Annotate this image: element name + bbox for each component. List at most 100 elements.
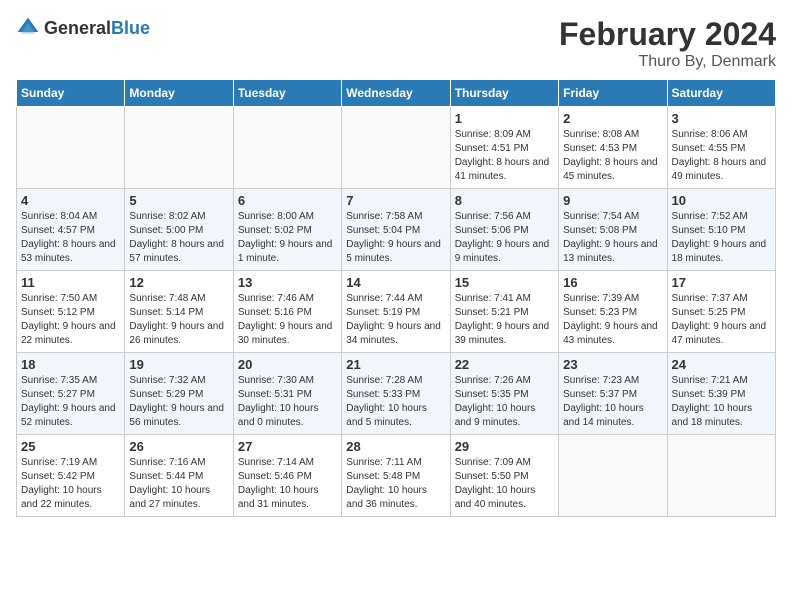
weekday-header-friday: Friday [559,80,667,107]
calendar-week-row: 18Sunrise: 7:35 AMSunset: 5:27 PMDayligh… [17,353,776,435]
logo-icon [16,16,40,40]
day-number: 7 [346,193,445,208]
calendar-cell: 23 Sunrise: 7:23 AMSunset: 5:37 PMDayligh… [559,353,667,435]
calendar-cell: 1 Sunrise: 8:09 AMSunset: 4:51 PMDaylight… [450,107,558,189]
day-info: Sunrise: 7:19 AMSunset: 5:42 PMDaylight:… [21,456,120,512]
calendar-cell: 16Sunrise: 7:39 AMSunset: 5:23 PMDayligh… [559,271,667,353]
day-info: Sunrise: 7:26 AMSunset: 5:35 PMDaylight:… [455,374,554,430]
calendar-cell [17,107,125,189]
logo-text: GeneralBlue [44,18,150,39]
calendar-cell: 24 Sunrise: 7:21 AMSunset: 5:39 PMDayligh… [667,353,775,435]
calendar-cell: 25 Sunrise: 7:19 AMSunset: 5:42 PMDayligh… [17,435,125,517]
title-area: February 2024 Thuro By, Denmark [559,16,776,71]
day-number: 23 [563,357,662,372]
calendar-cell: 9Sunrise: 7:54 AMSunset: 5:08 PMDaylight… [559,189,667,271]
day-info: Sunrise: 7:21 AMSunset: 5:39 PMDaylight:… [672,374,771,430]
day-info: Sunrise: 7:09 AMSunset: 5:50 PMDaylight:… [455,456,554,512]
day-info: Sunrise: 8:08 AMSunset: 4:53 PMDaylight:… [563,128,662,184]
day-info: Sunrise: 7:48 AMSunset: 5:14 PMDaylight:… [129,292,228,348]
page-header: GeneralBlue February 2024 Thuro By, Denm… [16,16,776,71]
weekday-header-tuesday: Tuesday [233,80,341,107]
calendar-cell: 19 Sunrise: 7:32 AMSunset: 5:29 PMDayligh… [125,353,233,435]
calendar-subtitle: Thuro By, Denmark [559,53,776,71]
day-number: 12 [129,275,228,290]
day-number: 27 [238,439,337,454]
weekday-header-monday: Monday [125,80,233,107]
day-number: 6 [238,193,337,208]
day-number: 13 [238,275,337,290]
calendar-cell: 15 Sunrise: 7:41 AMSunset: 5:21 PMDayligh… [450,271,558,353]
day-number: 1 [455,111,554,126]
day-info: Sunrise: 7:52 AMSunset: 5:10 PMDaylight:… [672,210,771,266]
day-info: Sunrise: 8:02 AMSunset: 5:00 PMDaylight:… [129,210,228,266]
day-info: Sunrise: 7:30 AMSunset: 5:31 PMDaylight:… [238,374,337,430]
day-number: 29 [455,439,554,454]
calendar-cell: 22 Sunrise: 7:26 AMSunset: 5:35 PMDayligh… [450,353,558,435]
day-info: Sunrise: 8:06 AMSunset: 4:55 PMDaylight:… [672,128,771,184]
calendar-week-row: 1 Sunrise: 8:09 AMSunset: 4:51 PMDaylight… [17,107,776,189]
day-number: 4 [21,193,120,208]
day-info: Sunrise: 7:39 AMSunset: 5:23 PMDaylight:… [563,292,662,348]
day-number: 22 [455,357,554,372]
day-info: Sunrise: 7:23 AMSunset: 5:37 PMDaylight:… [563,374,662,430]
weekday-header-row: SundayMondayTuesdayWednesdayThursdayFrid… [17,80,776,107]
weekday-header-thursday: Thursday [450,80,558,107]
logo: GeneralBlue [16,16,150,40]
calendar-cell: 13 Sunrise: 7:46 AMSunset: 5:16 PMDayligh… [233,271,341,353]
day-info: Sunrise: 7:50 AMSunset: 5:12 PMDaylight:… [21,292,120,348]
calendar-cell: 18Sunrise: 7:35 AMSunset: 5:27 PMDayligh… [17,353,125,435]
calendar-cell: 29 Sunrise: 7:09 AMSunset: 5:50 PMDayligh… [450,435,558,517]
calendar-cell [667,435,775,517]
day-number: 5 [129,193,228,208]
day-number: 28 [346,439,445,454]
weekday-header-saturday: Saturday [667,80,775,107]
calendar-cell: 6 Sunrise: 8:00 AMSunset: 5:02 PMDaylight… [233,189,341,271]
day-number: 26 [129,439,228,454]
day-number: 25 [21,439,120,454]
day-info: Sunrise: 7:54 AMSunset: 5:08 PMDaylight:… [563,210,662,266]
day-info: Sunrise: 7:14 AMSunset: 5:46 PMDaylight:… [238,456,337,512]
calendar-cell: 20 Sunrise: 7:30 AMSunset: 5:31 PMDayligh… [233,353,341,435]
day-info: Sunrise: 7:44 AMSunset: 5:19 PMDaylight:… [346,292,445,348]
day-number: 15 [455,275,554,290]
day-number: 24 [672,357,771,372]
calendar-cell [233,107,341,189]
day-number: 20 [238,357,337,372]
calendar-cell: 2 Sunrise: 8:08 AMSunset: 4:53 PMDaylight… [559,107,667,189]
day-info: Sunrise: 7:35 AMSunset: 5:27 PMDaylight:… [21,374,120,430]
day-number: 19 [129,357,228,372]
day-number: 11 [21,275,120,290]
day-number: 14 [346,275,445,290]
calendar-table: SundayMondayTuesdayWednesdayThursdayFrid… [16,79,776,517]
weekday-header-wednesday: Wednesday [342,80,450,107]
day-info: Sunrise: 7:46 AMSunset: 5:16 PMDaylight:… [238,292,337,348]
day-info: Sunrise: 8:09 AMSunset: 4:51 PMDaylight:… [455,128,554,184]
calendar-cell: 17Sunrise: 7:37 AMSunset: 5:25 PMDayligh… [667,271,775,353]
calendar-cell: 3 Sunrise: 8:06 AMSunset: 4:55 PMDaylight… [667,107,775,189]
calendar-cell [125,107,233,189]
calendar-cell: 10 Sunrise: 7:52 AMSunset: 5:10 PMDayligh… [667,189,775,271]
calendar-cell: 11 Sunrise: 7:50 AMSunset: 5:12 PMDayligh… [17,271,125,353]
calendar-week-row: 25 Sunrise: 7:19 AMSunset: 5:42 PMDayligh… [17,435,776,517]
calendar-cell: 26 Sunrise: 7:16 AMSunset: 5:44 PMDayligh… [125,435,233,517]
day-number: 21 [346,357,445,372]
day-number: 2 [563,111,662,126]
day-number: 8 [455,193,554,208]
calendar-cell: 28 Sunrise: 7:11 AMSunset: 5:48 PMDayligh… [342,435,450,517]
day-info: Sunrise: 8:00 AMSunset: 5:02 PMDaylight:… [238,210,337,266]
day-info: Sunrise: 8:04 AMSunset: 4:57 PMDaylight:… [21,210,120,266]
calendar-cell: 21Sunrise: 7:28 AMSunset: 5:33 PMDayligh… [342,353,450,435]
calendar-week-row: 4 Sunrise: 8:04 AMSunset: 4:57 PMDaylight… [17,189,776,271]
day-number: 3 [672,111,771,126]
calendar-cell: 7Sunrise: 7:58 AMSunset: 5:04 PMDaylight… [342,189,450,271]
day-info: Sunrise: 7:16 AMSunset: 5:44 PMDaylight:… [129,456,228,512]
day-number: 10 [672,193,771,208]
calendar-cell: 4 Sunrise: 8:04 AMSunset: 4:57 PMDaylight… [17,189,125,271]
calendar-week-row: 11 Sunrise: 7:50 AMSunset: 5:12 PMDayligh… [17,271,776,353]
day-info: Sunrise: 7:11 AMSunset: 5:48 PMDaylight:… [346,456,445,512]
weekday-header-sunday: Sunday [17,80,125,107]
calendar-cell: 12 Sunrise: 7:48 AMSunset: 5:14 PMDayligh… [125,271,233,353]
day-info: Sunrise: 7:32 AMSunset: 5:29 PMDaylight:… [129,374,228,430]
calendar-cell: 14 Sunrise: 7:44 AMSunset: 5:19 PMDayligh… [342,271,450,353]
day-info: Sunrise: 7:41 AMSunset: 5:21 PMDaylight:… [455,292,554,348]
